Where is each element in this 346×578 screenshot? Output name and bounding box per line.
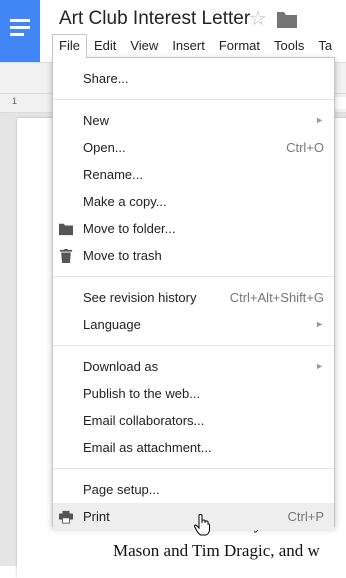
- submenu-arrow-icon: ►: [315, 319, 324, 329]
- menu-item-language[interactable]: Language ►: [53, 311, 334, 338]
- folder-icon: [59, 223, 73, 236]
- menu-item-label: Download as: [83, 359, 159, 374]
- app-header: Art Club Interest Letter ☆ File Edit View I…: [0, 0, 346, 63]
- menu-bar: File Edit View Insert Format Tools Ta: [52, 34, 339, 58]
- menu-item-label: New: [83, 113, 110, 128]
- menu-separator: [53, 468, 334, 469]
- menu-file[interactable]: File: [52, 34, 87, 58]
- menu-item-label: Publish to the web...: [83, 386, 201, 401]
- file-menu-dropdown: Share... New ► Open... Ctrl+O Rename... Ma…: [52, 57, 335, 530]
- menu-item-label: Move to trash: [83, 248, 162, 263]
- shortcut-label: Ctrl+Alt+Shift+G: [229, 290, 324, 305]
- menu-separator: [53, 276, 334, 277]
- menu-item-label: Rename...: [83, 167, 143, 182]
- star-icon[interactable]: ☆: [249, 8, 267, 30]
- menu-item-email-collaborators[interactable]: Email collaborators...: [53, 407, 334, 434]
- menu-item-publish[interactable]: Publish to the web...: [53, 380, 334, 407]
- docs-logo-icon[interactable]: [0, 0, 40, 62]
- menu-table[interactable]: Ta: [311, 34, 339, 58]
- menu-edit[interactable]: Edit: [87, 34, 123, 58]
- menu-item-label: Open...: [83, 140, 126, 155]
- menu-item-make-copy[interactable]: Make a copy...: [53, 188, 334, 215]
- menu-separator: [53, 99, 334, 100]
- shortcut-label: Ctrl+O: [286, 140, 324, 155]
- menu-view[interactable]: View: [123, 34, 165, 58]
- menu-item-rename[interactable]: Rename...: [53, 161, 334, 188]
- document-title[interactable]: Art Club Interest Letter: [59, 8, 250, 30]
- menu-item-download-as[interactable]: Download as ►: [53, 353, 334, 380]
- submenu-arrow-icon: ►: [315, 361, 324, 371]
- body-line-2[interactable]: Mason and Tim Dragic, and w: [113, 541, 320, 561]
- ruler-tick-label: 1: [12, 96, 18, 106]
- menu-item-label: Make a copy...: [83, 194, 167, 209]
- menu-item-revision-history[interactable]: See revision history Ctrl+Alt+Shift+G: [53, 284, 334, 311]
- folder-icon[interactable]: [277, 12, 297, 28]
- trash-icon: [59, 249, 73, 263]
- menu-format[interactable]: Format: [212, 34, 267, 58]
- printer-icon: [59, 510, 73, 524]
- shortcut-label: Ctrl+P: [287, 509, 324, 524]
- menu-item-open[interactable]: Open... Ctrl+O: [53, 134, 334, 161]
- menu-item-page-setup[interactable]: Page setup...: [53, 476, 334, 503]
- menu-item-move-to-trash[interactable]: Move to trash: [53, 242, 334, 269]
- menu-item-share[interactable]: Share...: [53, 65, 334, 92]
- menu-separator: [53, 345, 334, 346]
- menu-item-label: Email collaborators...: [83, 413, 205, 428]
- menu-item-new[interactable]: New ►: [53, 107, 334, 134]
- menu-item-label: Share...: [83, 71, 129, 86]
- menu-item-label: See revision history: [83, 290, 197, 305]
- menu-item-label: Email as attachment...: [83, 440, 212, 455]
- menu-item-label: Language: [83, 317, 141, 332]
- menu-item-label: Page setup...: [83, 482, 160, 497]
- menu-item-email-attachment[interactable]: Email as attachment...: [53, 434, 334, 461]
- menu-item-move-to-folder[interactable]: Move to folder...: [53, 215, 334, 242]
- menu-item-label: Print: [83, 509, 110, 524]
- menu-tools[interactable]: Tools: [267, 34, 311, 58]
- hand-pointer-icon: [194, 514, 210, 536]
- menu-insert[interactable]: Insert: [165, 34, 212, 58]
- submenu-arrow-icon: ►: [315, 115, 324, 125]
- menu-item-label: Move to folder...: [83, 221, 176, 236]
